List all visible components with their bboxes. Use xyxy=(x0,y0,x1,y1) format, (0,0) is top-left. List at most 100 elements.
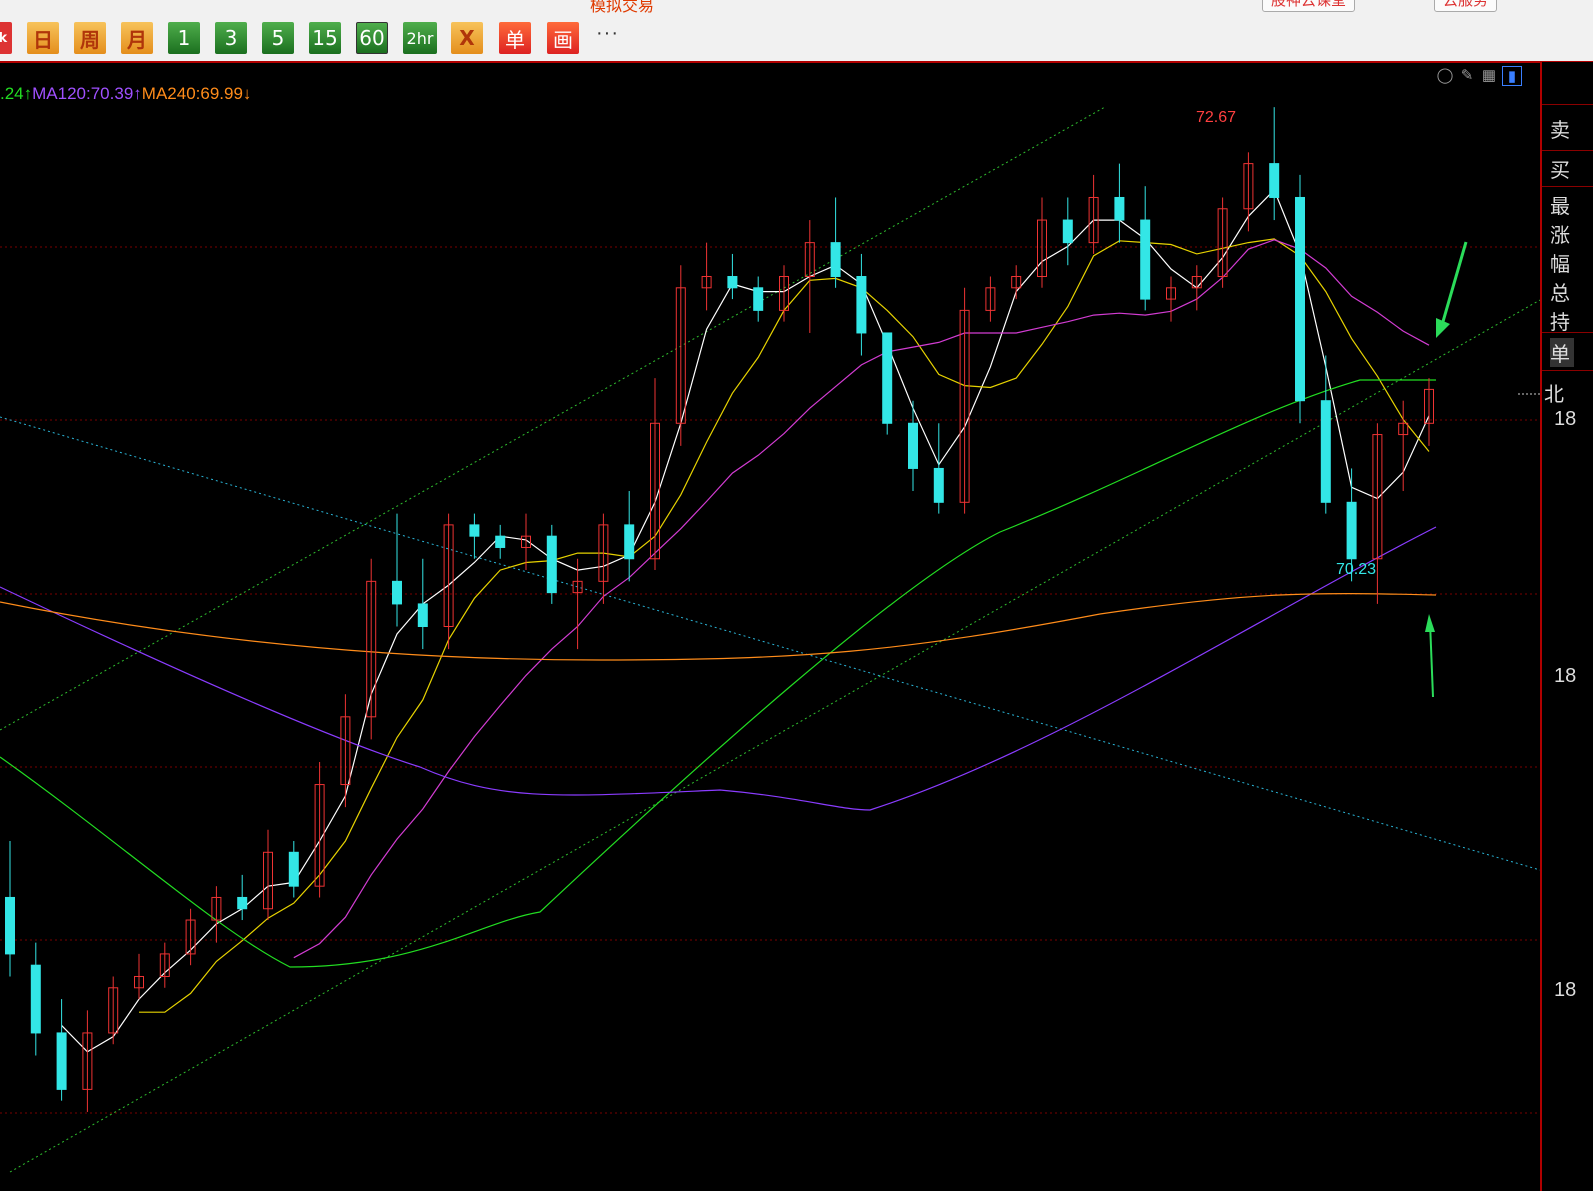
candle xyxy=(804,220,815,333)
candle xyxy=(56,999,67,1101)
candle xyxy=(959,287,970,514)
candle xyxy=(1243,152,1254,232)
candle xyxy=(159,942,170,988)
candle xyxy=(727,253,738,300)
toolbar: 模拟交易 股神云课堂 云服务 ck 日 周 月 1 3 5 15 60 2hr … xyxy=(0,0,1593,63)
candle xyxy=(392,513,402,627)
annotations: 72.67 70.23 xyxy=(1196,109,1540,698)
period-week-button[interactable]: 周 xyxy=(74,22,106,54)
candle-body xyxy=(5,896,15,955)
ma120-line xyxy=(0,526,1437,811)
period-2hr-button[interactable]: 2hr xyxy=(403,22,437,54)
candle xyxy=(1088,174,1099,254)
candle xyxy=(1114,163,1125,243)
candle xyxy=(443,513,454,650)
candle xyxy=(288,841,299,898)
candle xyxy=(211,886,222,943)
candle xyxy=(701,242,712,311)
change-label: 涨 xyxy=(1550,223,1570,247)
candle xyxy=(1191,265,1202,311)
candle-body xyxy=(856,276,867,334)
candle xyxy=(830,197,841,288)
total-label: 总 xyxy=(1550,281,1570,305)
candle xyxy=(82,1010,93,1112)
candle xyxy=(314,761,325,898)
north-label: 北 xyxy=(1544,382,1564,406)
candle xyxy=(495,524,506,559)
candle xyxy=(1269,107,1280,221)
candle-body xyxy=(495,535,506,548)
candle xyxy=(1166,276,1176,322)
candle xyxy=(650,378,660,571)
candle xyxy=(469,513,480,559)
candle xyxy=(856,253,867,356)
course-button[interactable]: 股神云课堂 xyxy=(1262,0,1356,12)
amplitude-label: 幅 xyxy=(1550,252,1570,276)
chart-grid xyxy=(0,246,1540,1114)
channel-lower-line xyxy=(9,299,1540,1173)
buy-label: 买 xyxy=(1550,158,1570,182)
high-price-label: 72.67 xyxy=(1196,109,1236,126)
candle xyxy=(108,976,119,1045)
candle xyxy=(340,694,351,808)
price-tick: 18 xyxy=(1554,665,1577,687)
channel-upper-line xyxy=(0,106,1106,731)
toolbar-cut-button[interactable]: ck xyxy=(0,22,12,54)
candle-body xyxy=(908,422,918,469)
candle xyxy=(1062,197,1073,266)
trendlines xyxy=(0,106,1540,1173)
candle-body xyxy=(624,524,635,560)
candle xyxy=(1140,186,1151,311)
period-60min-button[interactable]: 60 xyxy=(356,22,388,54)
period-5min-button[interactable]: 5 xyxy=(262,22,294,54)
candle-body xyxy=(727,276,738,289)
candle xyxy=(1011,265,1022,300)
candle xyxy=(134,953,144,1000)
period-15min-button[interactable]: 15 xyxy=(309,22,341,54)
candle xyxy=(933,423,944,514)
candle-body xyxy=(417,603,428,627)
candle-body xyxy=(933,467,944,503)
down-arrow-marker xyxy=(1438,241,1468,333)
ma60-line xyxy=(0,379,1436,968)
window-title: 模拟交易 xyxy=(590,0,655,15)
candle xyxy=(1424,378,1434,446)
ma10-line xyxy=(139,238,1430,1013)
close-chart-button[interactable]: X xyxy=(451,22,483,54)
candle-body xyxy=(237,896,248,910)
candle-body xyxy=(392,580,402,605)
period-month-button[interactable]: 月 xyxy=(121,22,153,54)
ma5-line xyxy=(61,188,1430,1053)
draw-button[interactable]: 画 xyxy=(547,22,579,54)
candle xyxy=(1295,174,1305,424)
candle xyxy=(882,332,893,435)
price-tick: 18 xyxy=(1554,408,1577,430)
position-label: 持 xyxy=(1550,310,1570,334)
period-3min-button[interactable]: 3 xyxy=(215,22,247,54)
candle-body xyxy=(288,851,299,887)
candle xyxy=(5,841,15,977)
moving-average-lines xyxy=(0,188,1437,1053)
candle-body xyxy=(830,242,841,278)
candle-body xyxy=(1320,400,1331,503)
candle xyxy=(185,908,196,966)
candle-body xyxy=(882,332,893,424)
cloud-service-button[interactable]: 云服务 xyxy=(1434,0,1498,12)
period-1min-button[interactable]: 1 xyxy=(168,22,200,54)
sell-label: 卖 xyxy=(1550,118,1570,142)
candle-body xyxy=(56,1032,67,1090)
candle xyxy=(1037,197,1047,288)
candle-body xyxy=(30,964,41,1034)
downtrend-line xyxy=(0,416,1540,871)
candle xyxy=(675,265,686,446)
price-tick: 18 xyxy=(1554,979,1577,1001)
more-menu-button[interactable]: ··· xyxy=(596,22,619,45)
candlestick-chart[interactable]: 72.67 70.23 xyxy=(0,62,1540,1191)
ma240-line xyxy=(0,593,1437,661)
candle xyxy=(417,558,428,650)
order-label[interactable]: 单 xyxy=(1550,338,1574,367)
candle-body xyxy=(1114,196,1125,221)
order-button[interactable]: 单 xyxy=(499,22,531,54)
period-day-button[interactable]: 日 xyxy=(27,22,59,54)
candles xyxy=(5,107,1434,1112)
